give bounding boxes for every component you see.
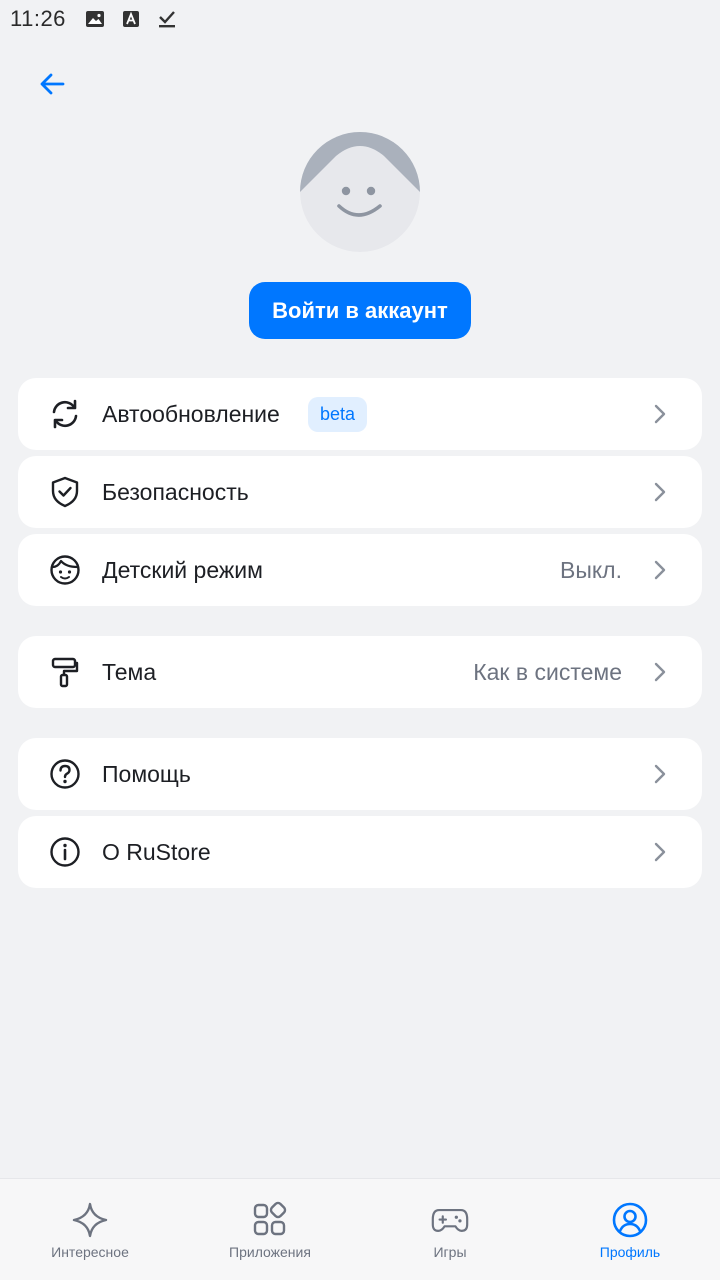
- menu-item-label: Тема: [102, 658, 157, 685]
- default-avatar-icon: [300, 132, 420, 252]
- nav-item-interesting[interactable]: Интересное: [0, 1179, 180, 1280]
- nav-item-apps[interactable]: Приложения: [180, 1179, 360, 1280]
- bottom-nav: Интересное Приложения Игры Профиль: [0, 1178, 720, 1280]
- nav-item-profile[interactable]: Профиль: [540, 1179, 720, 1280]
- shield-check-icon: [48, 475, 82, 509]
- apps-grid-icon: [251, 1201, 289, 1239]
- download-done-icon: [156, 8, 178, 30]
- nav-label: Интересное: [51, 1244, 129, 1260]
- question-circle-icon: [48, 757, 82, 791]
- menu-item-label: Автообновление: [102, 400, 280, 427]
- menu-item-kids-mode[interactable]: Детский режим Выкл.: [18, 534, 702, 606]
- menu-item-value: Как в системе: [473, 658, 622, 685]
- info-circle-icon: [48, 835, 82, 869]
- menu-item-autoupdate[interactable]: Автообновление beta: [18, 378, 702, 450]
- chevron-right-icon: [650, 660, 670, 684]
- gamepad-icon: [431, 1201, 469, 1239]
- beta-badge: beta: [308, 397, 368, 432]
- menu-item-security[interactable]: Безопасность: [18, 456, 702, 528]
- status-bar: 11:26: [0, 0, 720, 38]
- menu-item-theme[interactable]: Тема Как в системе: [18, 636, 702, 708]
- menu-item-label: Безопасность: [102, 478, 249, 505]
- menu-item-label: Помощь: [102, 760, 191, 787]
- login-button[interactable]: Войти в аккаунт: [249, 282, 471, 339]
- refresh-icon: [48, 397, 82, 431]
- menu-item-about[interactable]: О RuStore: [18, 816, 702, 888]
- menu-item-help[interactable]: Помощь: [18, 738, 702, 810]
- image-icon: [84, 8, 106, 30]
- profile-icon: [611, 1201, 649, 1239]
- font-download-icon: [120, 8, 142, 30]
- menu-item-label: О RuStore: [102, 838, 211, 865]
- chevron-right-icon: [650, 480, 670, 504]
- sparkle-icon: [71, 1201, 109, 1239]
- nav-label: Игры: [433, 1244, 467, 1260]
- paint-roller-icon: [48, 655, 82, 689]
- chevron-right-icon: [650, 840, 670, 864]
- back-button[interactable]: [30, 64, 74, 104]
- chevron-right-icon: [650, 558, 670, 582]
- status-time: 11:26: [10, 6, 66, 31]
- nav-item-games[interactable]: Игры: [360, 1179, 540, 1280]
- arrow-left-icon: [40, 73, 65, 95]
- menu-item-value: Выкл.: [559, 556, 622, 583]
- nav-label: Приложения: [229, 1244, 311, 1260]
- avatar: [300, 132, 420, 252]
- menu-item-label: Детский режим: [102, 556, 263, 583]
- nav-label: Профиль: [599, 1244, 661, 1260]
- chevron-right-icon: [650, 402, 670, 426]
- child-face-icon: [48, 553, 82, 587]
- chevron-right-icon: [650, 762, 670, 786]
